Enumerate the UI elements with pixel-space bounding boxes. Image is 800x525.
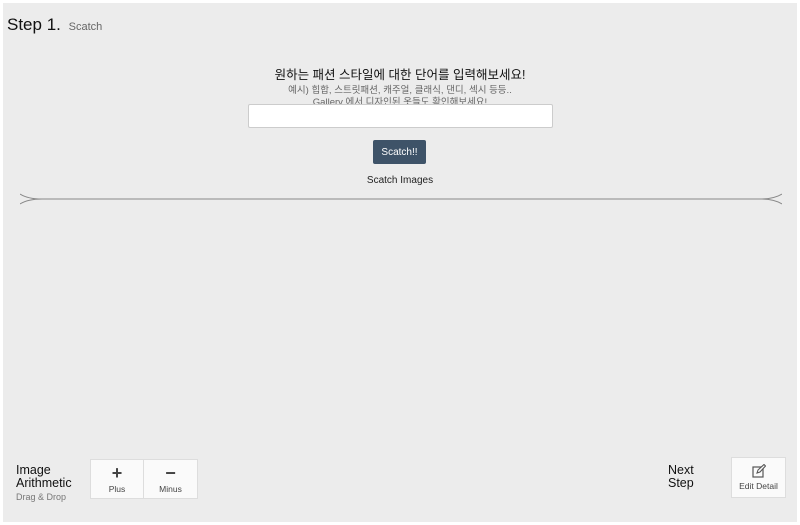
minus-icon: − bbox=[165, 462, 176, 483]
section-divider bbox=[20, 193, 782, 205]
plus-label: Plus bbox=[108, 483, 126, 494]
drag-drop-hint: Drag & Drop bbox=[16, 492, 67, 502]
edit-icon bbox=[751, 464, 766, 478]
prompt-heading: 원하는 패션 스타일에 대한 단어를 입력해보세요! bbox=[274, 68, 526, 82]
step-title: Step 1. Scatch bbox=[7, 15, 102, 35]
step-subtitle: Scatch bbox=[68, 21, 103, 33]
minus-label: Minus bbox=[159, 483, 182, 494]
image-arithmetic-title: Image Arithmetic bbox=[16, 464, 72, 490]
next-step-line2: Step bbox=[668, 476, 694, 490]
edit-detail-button[interactable]: Edit Detail bbox=[731, 457, 786, 498]
image-arithmetic-title-line2: Arithmetic bbox=[16, 476, 72, 490]
scatch-button[interactable]: Scatch!! bbox=[373, 140, 426, 164]
edit-detail-label: Edit Detail bbox=[739, 481, 778, 491]
step-number: Step 1. bbox=[7, 15, 61, 34]
style-keyword-input[interactable] bbox=[248, 104, 553, 128]
arithmetic-operations: + Plus − Minus bbox=[90, 459, 198, 499]
plus-icon: + bbox=[111, 462, 123, 483]
plus-button[interactable]: + Plus bbox=[90, 459, 144, 499]
scatch-images-label: Scatch Images bbox=[366, 175, 434, 186]
next-step-label: Next Step bbox=[668, 464, 694, 490]
minus-button[interactable]: − Minus bbox=[144, 459, 198, 499]
